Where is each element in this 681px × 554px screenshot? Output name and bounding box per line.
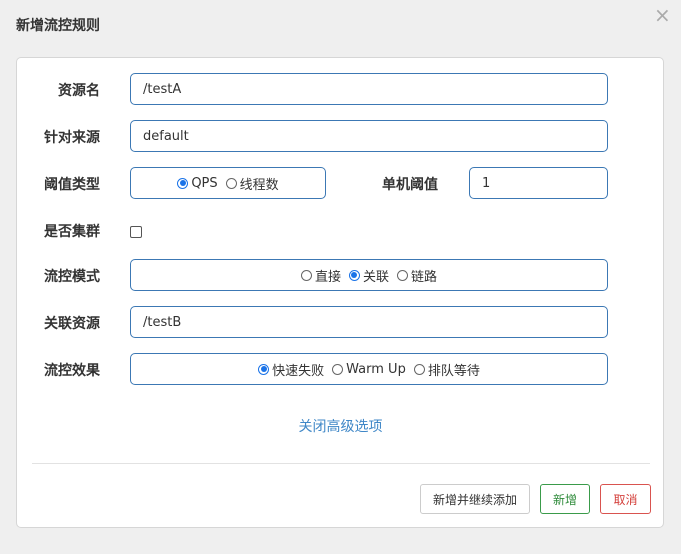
radio-selected-icon[interactable] <box>258 363 270 375</box>
limit-app-value: default <box>143 128 189 144</box>
control-behavior-label: 流控效果 <box>44 363 100 379</box>
behavior-fail-fast[interactable]: 快速失败 <box>258 360 324 379</box>
resource-name-label: 资源名 <box>58 83 100 99</box>
single-threshold-value: 1 <box>482 175 491 191</box>
strategy-direct[interactable]: 直接 <box>300 266 341 285</box>
cancel-button[interactable]: 取消 <box>600 484 651 514</box>
add-and-continue-button[interactable]: 新增并继续添加 <box>420 484 530 514</box>
limit-app-input[interactable]: default <box>130 120 608 152</box>
behavior-warm-up[interactable]: Warm Up <box>332 362 406 377</box>
add-button[interactable]: 新增 <box>540 484 590 514</box>
threshold-type-thread[interactable]: 线程数 <box>225 174 279 193</box>
ref-resource-input[interactable]: /testB <box>130 306 608 338</box>
strategy-label: 流控模式 <box>44 269 100 285</box>
cluster-mode-checkbox[interactable] <box>130 226 142 238</box>
single-threshold-input[interactable]: 1 <box>469 167 608 199</box>
control-behavior-group: 快速失败 Warm Up 排队等待 <box>130 353 608 385</box>
threshold-type-group: QPS 线程数 <box>130 167 326 199</box>
radio-selected-icon[interactable] <box>348 269 360 281</box>
radio-icon[interactable] <box>413 363 425 375</box>
strategy-group: 直接 关联 链路 <box>130 259 608 291</box>
radio-icon[interactable] <box>225 177 237 189</box>
single-threshold-label: 单机阈值 <box>382 177 438 193</box>
resource-name-input[interactable]: /testA <box>130 73 608 105</box>
resource-name-value: /testA <box>143 81 182 97</box>
dialog-title: 新增流控规则 <box>16 18 100 34</box>
limit-app-label: 针对来源 <box>44 130 100 146</box>
strategy-chain[interactable]: 链路 <box>397 266 437 285</box>
advanced-options-toggle[interactable]: 关闭高级选项 <box>0 416 681 436</box>
behavior-queue[interactable]: 排队等待 <box>413 360 480 379</box>
cluster-mode-label: 是否集群 <box>44 224 100 240</box>
threshold-type-label: 阈值类型 <box>44 177 100 193</box>
radio-icon[interactable] <box>332 363 344 375</box>
strategy-relate[interactable]: 关联 <box>348 266 389 285</box>
ref-resource-value: /testB <box>143 314 182 330</box>
footer-divider <box>32 463 650 464</box>
radio-icon[interactable] <box>397 269 408 281</box>
threshold-type-qps[interactable]: QPS <box>177 176 218 191</box>
radio-icon[interactable] <box>300 269 312 281</box>
radio-selected-icon[interactable] <box>177 177 189 189</box>
close-icon[interactable]: × <box>654 4 671 26</box>
ref-resource-label: 关联资源 <box>44 316 100 332</box>
